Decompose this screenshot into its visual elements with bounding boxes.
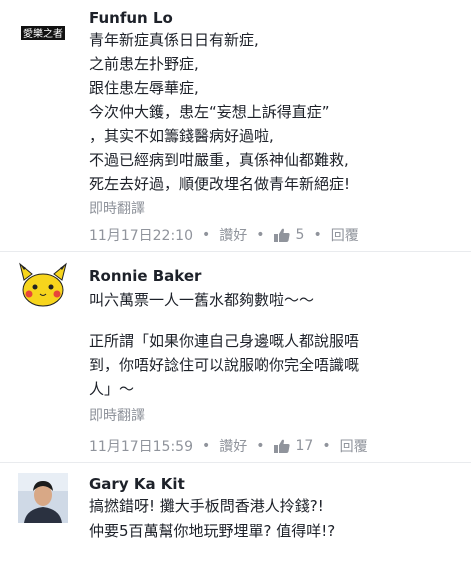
comment-text-line: 青年新症真係日日有新症, <box>89 31 259 49</box>
reply-button[interactable]: 回覆 <box>340 436 368 456</box>
person-avatar-icon <box>18 473 68 523</box>
comment-text-line: 到，你唔好諗住可以說服啲你完全唔識嘅 <box>89 356 360 374</box>
comment-text-line: 之前患左扑野症, <box>89 55 199 73</box>
like-count[interactable]: 5 <box>296 227 305 243</box>
separator-dot: • <box>313 227 322 243</box>
comment-text-line: 叫六萬票一人一舊水都夠數啦～～ <box>89 291 315 309</box>
comment-author[interactable]: Ronnie Baker <box>89 267 201 285</box>
comment-text-line: 搞撚錯呀! 攤大手板問香港人拎錢?! <box>89 497 324 515</box>
thumbs-up-icon[interactable] <box>273 228 290 242</box>
avatar[interactable]: 愛樂之者 <box>18 8 68 58</box>
comment-text-line: 人」～ <box>89 380 135 398</box>
comment-text-line: 死左去好過，順便改埋名做青年新絕症! <box>89 175 351 193</box>
reply-button[interactable]: 回覆 <box>331 225 359 245</box>
comment-author[interactable]: Gary Ka Kit <box>89 475 185 493</box>
comment-funfun-lo: 愛樂之者 Funfun Lo 青年新症真係日日有新症, 之前患左扑野症, 跟住患… <box>0 0 471 250</box>
comment-meta: 11月17日22:10 • 讚好 • 5 • 回覆 <box>89 225 359 245</box>
comment-ronnie-baker: Ronnie Baker 叫六萬票一人一舊水都夠數啦～～ 正所謂「如果你連自己身… <box>0 252 471 460</box>
avatar-image: 愛樂之者 <box>18 8 68 58</box>
comment-text-line: 正所謂「如果你連自己身邊嘅人都說服唔 <box>89 332 360 350</box>
separator-dot: • <box>322 438 331 454</box>
comment-text-line: 跟住患左辱華症, <box>89 79 199 97</box>
like-button[interactable]: 讚好 <box>219 436 247 456</box>
comment-text-line: 今次仲大鑊，患左“妄想上訴得直症” <box>89 103 330 121</box>
thumbs-up-icon[interactable] <box>273 439 290 453</box>
separator-dot: • <box>201 438 211 454</box>
comment-timestamp[interactable]: 11月17日22:10 <box>89 225 193 245</box>
comment-timestamp[interactable]: 11月17日15:59 <box>89 436 193 456</box>
avatar[interactable] <box>18 260 68 310</box>
separator-dot: • <box>256 227 265 243</box>
comment-text-line: 不過已經病到咁嚴重，真係神仙都難救, <box>89 151 349 169</box>
avatar[interactable] <box>18 473 68 523</box>
pikachu-avatar-icon <box>18 260 68 310</box>
translate-link[interactable]: 即時翻譯 <box>89 405 145 425</box>
translate-link[interactable]: 即時翻譯 <box>89 198 145 218</box>
separator-dot: • <box>201 227 211 243</box>
comment-meta: 11月17日15:59 • 讚好 • 17 • 回覆 <box>89 436 368 456</box>
comment-text-line: ，其实不如籌錢醫病好過啦, <box>89 127 274 145</box>
like-count[interactable]: 17 <box>296 438 314 454</box>
separator-dot: • <box>256 438 265 454</box>
comment-author[interactable]: Funfun Lo <box>89 9 173 27</box>
like-button[interactable]: 讚好 <box>219 225 247 245</box>
svg-text:愛樂之者: 愛樂之者 <box>23 27 63 40</box>
comment-gary-ka-kit: Gary Ka Kit 搞撚錯呀! 攤大手板問香港人拎錢?! 仲要5百萬幫你地玩… <box>0 463 471 564</box>
comment-text-line: 仲要5百萬幫你地玩野埋單? 值得咩!? <box>89 522 336 540</box>
